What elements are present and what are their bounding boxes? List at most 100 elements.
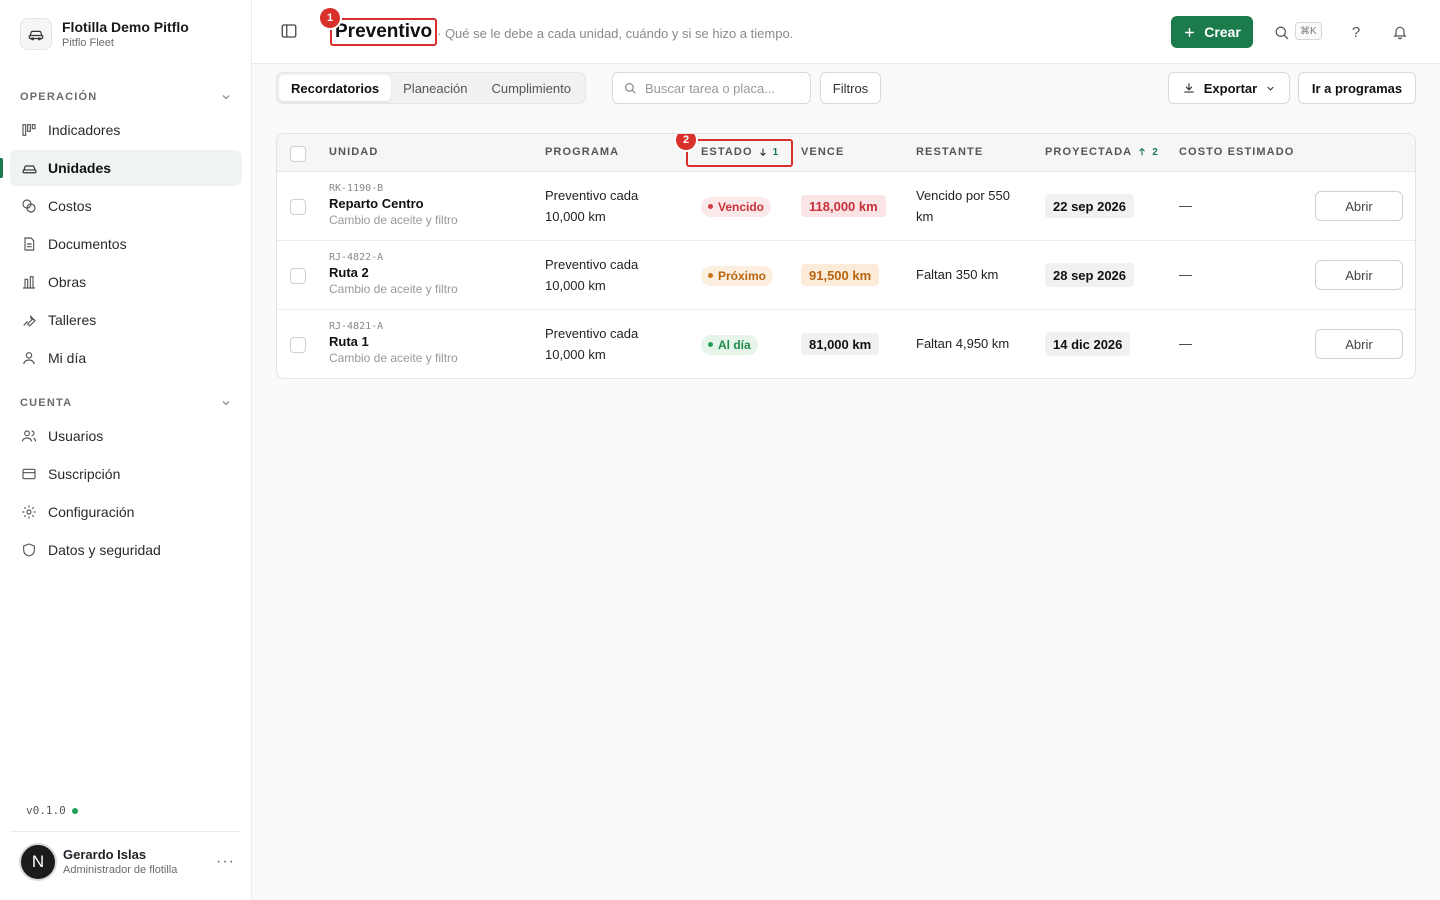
open-button[interactable]: Abrir: [1315, 329, 1403, 359]
plus-icon: [1185, 27, 1195, 37]
sidebar-item-costos[interactable]: Costos: [10, 188, 242, 224]
unit-plate: RJ-4821-A: [329, 321, 384, 332]
tab-planeacion[interactable]: Planeación: [391, 75, 479, 101]
program-line1: Preventivo cada: [545, 257, 639, 272]
annotation-badge-1: 1: [320, 8, 340, 28]
shield-icon: [20, 541, 38, 559]
export-button[interactable]: Exportar: [1168, 72, 1290, 104]
sidebar-item-datos-seguridad[interactable]: Datos y seguridad: [10, 532, 242, 568]
projected-date: 14 dic 2026: [1045, 332, 1131, 356]
open-button[interactable]: Abrir: [1315, 191, 1403, 221]
sidebar-item-usuarios[interactable]: Usuarios: [10, 418, 242, 454]
search-input[interactable]: [645, 80, 795, 96]
row-checkbox[interactable]: [290, 199, 306, 215]
program-line1: Preventivo cada: [545, 326, 639, 341]
sidebar: Flotilla Demo Pitflo Pitflo Fleet OPERAC…: [0, 0, 252, 900]
row-checkbox[interactable]: [290, 337, 306, 353]
car-icon: [20, 159, 38, 177]
sidebar-item-obras[interactable]: Obras: [10, 264, 242, 300]
create-button-label: Crear: [1204, 24, 1241, 40]
sidebar-item-indicadores[interactable]: Indicadores: [10, 112, 242, 148]
sidebar-item-mi-dia[interactable]: Mi día: [10, 340, 242, 376]
program-line1: Preventivo cada: [545, 188, 639, 203]
create-button[interactable]: Crear: [1171, 16, 1253, 48]
row-checkbox[interactable]: [290, 268, 306, 284]
sidebar-item-label: Indicadores: [48, 122, 121, 138]
program-line2: 10,000 km: [545, 347, 606, 362]
page-title-highlight: Preventivo: [330, 18, 438, 46]
remaining-line1: Vencido por 550: [916, 188, 1010, 203]
search-box: [612, 72, 811, 104]
sidebar-item-label: Costos: [48, 198, 92, 214]
col-costo-estimado[interactable]: COSTO ESTIMADO: [1179, 146, 1294, 158]
sidebar-item-suscripcion[interactable]: Suscripción: [10, 456, 242, 492]
remaining-line1: Faltan 4,950 km: [916, 336, 1010, 351]
sidebar-toggle-icon[interactable]: [280, 22, 300, 42]
status-label: Al día: [718, 337, 751, 352]
org-name: Flotilla Demo Pitflo: [62, 19, 189, 35]
filters-button[interactable]: Filtros: [820, 72, 881, 104]
sidebar-item-label: Configuración: [48, 504, 135, 520]
person-icon: [20, 349, 38, 367]
app-version: v0.1.0: [26, 804, 78, 817]
section-operacion-label: OPERACIÓN: [20, 91, 98, 103]
page-subtitle: · Qué se le debe a cada unidad, cuándo y…: [437, 26, 794, 41]
status-dot: [71, 807, 78, 814]
construction-icon: [20, 273, 38, 291]
sidebar-item-label: Suscripción: [48, 466, 121, 482]
user-menu[interactable]: N Gerardo Islas Administrador de flotill…: [19, 843, 241, 881]
go-to-programs-button[interactable]: Ir a programas: [1298, 72, 1416, 104]
unit-name: Ruta 2: [329, 265, 369, 280]
car-logo-icon: [20, 18, 52, 50]
col-programa[interactable]: PROGRAMA: [545, 146, 619, 158]
table-header: UNIDAD PROGRAMA ESTADO 1 VENCE RESTANTE …: [277, 134, 1415, 172]
sidebar-item-talleres[interactable]: Talleres: [10, 302, 242, 338]
due-km: 81,000 km: [801, 333, 880, 355]
tab-cumplimiento[interactable]: Cumplimiento: [479, 75, 582, 101]
table-row[interactable]: RJ-4822-A Ruta 2 Cambio de aceite y filt…: [277, 241, 1415, 310]
avatar: N: [19, 843, 57, 881]
sidebar-item-unidades[interactable]: Unidades: [0, 150, 242, 186]
org-switcher[interactable]: Flotilla Demo Pitflo Pitflo Fleet: [20, 18, 189, 50]
coins-icon: [20, 197, 38, 215]
table-row[interactable]: RK-1190-B Reparto Centro Cambio de aceit…: [277, 172, 1415, 241]
chevron-down-icon: [222, 95, 230, 100]
estimated-cost: —: [1179, 198, 1192, 213]
estimated-cost: —: [1179, 267, 1192, 282]
col-vence[interactable]: VENCE: [801, 146, 844, 158]
status-badge: Próximo: [701, 265, 774, 286]
due-km: 118,000 km: [801, 195, 886, 217]
more-options-icon[interactable]: ···: [216, 853, 235, 871]
view-tabs: Recordatorios Planeación Cumplimiento: [276, 72, 586, 104]
select-all-checkbox[interactable]: [290, 146, 306, 162]
search-icon[interactable]: [1271, 22, 1291, 42]
status-label: Vencido: [718, 199, 765, 214]
section-cuenta[interactable]: CUENTA: [20, 397, 232, 409]
col-restante[interactable]: RESTANTE: [916, 146, 983, 158]
unit-name: Reparto Centro: [329, 196, 424, 211]
sidebar-item-configuracion[interactable]: Configuración: [10, 494, 242, 530]
section-operacion[interactable]: OPERACIÓN: [20, 91, 232, 103]
remaining-line2: km: [916, 209, 934, 224]
shortcut-hint: ⌘K: [1295, 22, 1322, 40]
sidebar-item-label: Documentos: [48, 236, 127, 252]
sidebar-item-documentos[interactable]: Documentos: [10, 226, 242, 262]
col-proyectada[interactable]: PROYECTADA 2: [1045, 146, 1158, 158]
program-line2: 10,000 km: [545, 209, 606, 224]
open-button[interactable]: Abrir: [1315, 260, 1403, 290]
status-badge: Al día: [701, 334, 758, 355]
remaining-line1: Faltan 350 km: [916, 267, 999, 282]
estimated-cost: —: [1179, 336, 1192, 351]
bell-icon[interactable]: [1390, 22, 1410, 42]
tab-recordatorios[interactable]: Recordatorios: [279, 75, 392, 101]
nav-cuenta: Usuarios Suscripción Configuración Datos…: [10, 418, 242, 570]
credit-card-icon: [20, 465, 38, 483]
help-icon[interactable]: ?: [1346, 22, 1366, 42]
user-role: Administrador de flotilla: [63, 863, 178, 876]
unit-name: Ruta 1: [329, 334, 369, 349]
due-km: 91,500 km: [801, 264, 880, 286]
status-badge: Vencido: [701, 196, 772, 217]
estado-highlight: [686, 139, 793, 167]
table-row[interactable]: RJ-4821-A Ruta 1 Cambio de aceite y filt…: [277, 310, 1415, 378]
col-unidad[interactable]: UNIDAD: [329, 146, 378, 158]
